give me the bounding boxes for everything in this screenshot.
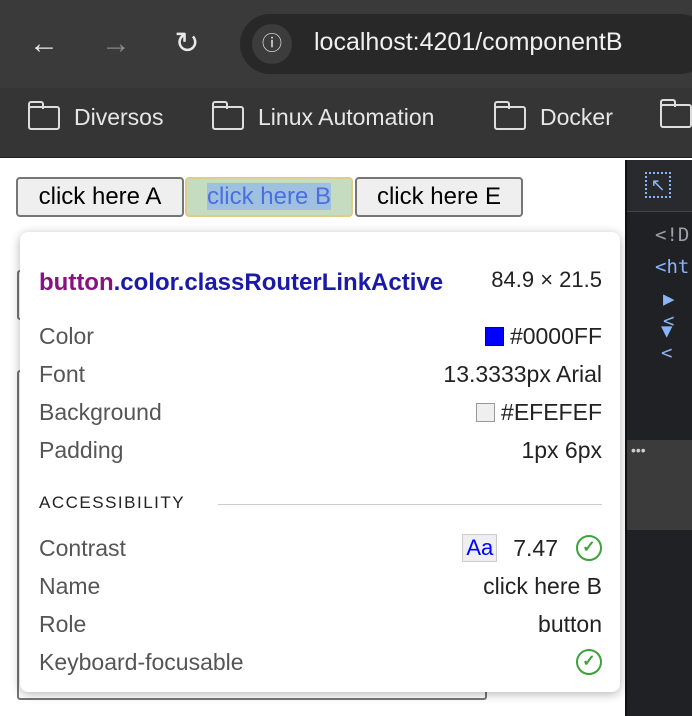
- value: #0000FF: [509, 322, 602, 349]
- row-font: Font 13.3333px Arial: [39, 358, 602, 390]
- folder-icon: [211, 100, 244, 130]
- bookmark-label: Linux Automation: [258, 104, 435, 130]
- label: Color: [39, 322, 94, 349]
- value: button: [538, 610, 602, 637]
- url-text[interactable]: localhost:4201/componentB: [314, 28, 623, 57]
- code-line[interactable]: ▼ <: [661, 320, 692, 364]
- folder-icon: [27, 100, 60, 130]
- row-name: Name click here B: [39, 570, 602, 602]
- value: 7.47: [513, 534, 558, 561]
- folder-icon: [659, 99, 692, 128]
- more-icon[interactable]: •••: [631, 442, 646, 458]
- label: Keyboard-focusable: [39, 648, 244, 675]
- selector-tag: button: [39, 269, 114, 296]
- label: Padding: [39, 436, 124, 463]
- inspect-element-icon[interactable]: ↖: [645, 172, 671, 198]
- label: Background: [39, 398, 162, 425]
- bookmark-label: Docker: [540, 104, 613, 130]
- row-role: Role button: [39, 608, 602, 640]
- browser-toolbar: ← → ↻ ⓘ localhost:4201/componentB: [0, 0, 692, 88]
- element-dimensions: 84.9 × 21.5: [491, 267, 602, 292]
- bookmark-docker[interactable]: Docker: [493, 100, 613, 131]
- button-b[interactable]: click here B: [185, 177, 353, 217]
- forward-button[interactable]: →: [94, 22, 138, 66]
- button-e[interactable]: click here E: [355, 177, 523, 217]
- devtools-panel: ↖ <!D <ht ▶ < ▼ < •••: [625, 160, 692, 716]
- bookmark-linux-automation[interactable]: Linux Automation: [211, 100, 435, 131]
- accessibility-heading: ACCESSIBILITY: [39, 493, 186, 512]
- row-contrast: Contrast Aa 7.47 ✓: [39, 532, 602, 564]
- label: Name: [39, 572, 101, 599]
- label: Contrast: [39, 534, 126, 561]
- row-background: Background #EFEFEF: [39, 396, 602, 428]
- inspect-tooltip: button.color.classRouterLinkActive 84.9 …: [20, 232, 620, 692]
- reload-button[interactable]: ↻: [165, 22, 209, 66]
- folder-icon: [493, 100, 526, 130]
- button-b-label: click here B: [206, 183, 332, 210]
- row-padding: Padding 1px 6px: [39, 434, 602, 466]
- bookmark-label: Diversos: [74, 104, 164, 130]
- value: #EFEFEF: [501, 398, 602, 425]
- selected-node[interactable]: •••: [627, 440, 692, 530]
- code-line[interactable]: <!D: [655, 224, 689, 246]
- value: 1px 6px: [521, 436, 602, 463]
- row-keyboard-focusable: Keyboard-focusable ✓: [39, 646, 602, 678]
- info-icon[interactable]: ⓘ: [252, 24, 292, 64]
- bookmark-more[interactable]: [659, 99, 692, 128]
- row-color: Color #0000FF: [39, 320, 602, 352]
- selector-classes: .color.classRouterLinkActive: [113, 269, 444, 296]
- devtools-toolbar: ↖: [627, 160, 692, 212]
- check-circle-icon: ✓: [576, 535, 602, 561]
- element-selector: button.color.classRouterLinkActive: [39, 268, 459, 297]
- value: 13.3333px Arial: [443, 360, 602, 387]
- bookmarks-bar: Diversos Linux Automation Docker: [0, 88, 692, 158]
- value: click here B: [483, 572, 602, 599]
- back-button[interactable]: ←: [22, 22, 66, 66]
- divider: [218, 504, 602, 505]
- label: Role: [39, 610, 87, 637]
- color-swatch: [476, 402, 496, 422]
- button-a[interactable]: click here A: [16, 177, 184, 217]
- code-line[interactable]: <ht: [655, 256, 689, 278]
- color-swatch: [484, 326, 504, 346]
- check-circle-icon: ✓: [576, 649, 602, 675]
- contrast-sample: Aa: [462, 534, 498, 562]
- address-bar[interactable]: ⓘ localhost:4201/componentB: [240, 14, 692, 74]
- bookmark-diversos[interactable]: Diversos: [27, 100, 164, 131]
- label: Font: [39, 360, 86, 387]
